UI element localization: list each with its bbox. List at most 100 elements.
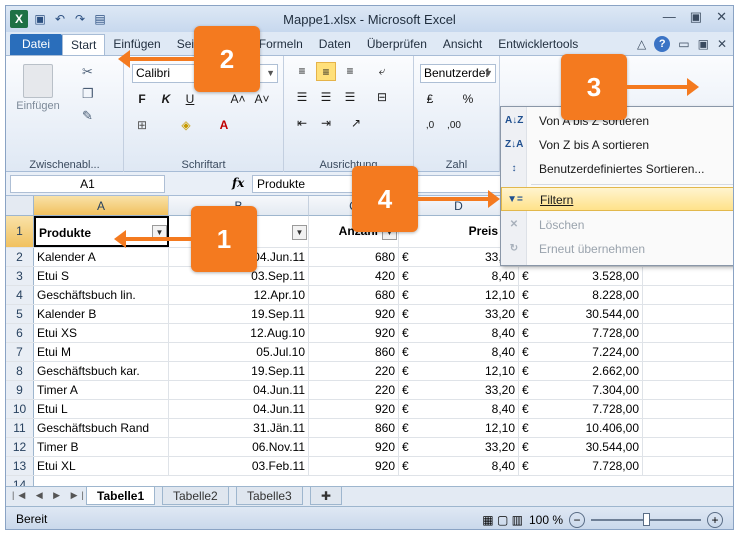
table-cell[interactable]: Kalender B [34,305,169,323]
table-cell[interactable]: 860 [309,343,399,361]
table-cell-currency[interactable]: € [399,457,413,475]
menu-item-filter[interactable]: ▼= Filtern [501,187,733,211]
increase-indent-icon[interactable]: ⇥ [316,114,336,133]
row-header[interactable]: 1 [6,216,34,247]
align-middle-icon[interactable]: ≡ [316,62,336,81]
table-cell[interactable]: 860 [309,419,399,437]
number-format-select[interactable]: Benutzerdef ▼ [420,64,496,83]
menu-item-clear[interactable]: ✕ Löschen [501,213,733,237]
zoom-out-button[interactable]: − [569,512,585,528]
underline-button[interactable]: U [180,90,200,109]
table-cell[interactable]: 12.Apr.10 [169,286,309,304]
cell-a1[interactable]: Produkte [34,216,169,247]
table-cell[interactable]: 920 [309,457,399,475]
doc-restore-icon[interactable]: ▣ [698,37,709,51]
table-cell[interactable]: 06.Nov.11 [169,438,309,456]
table-cell[interactable]: 8,40 [413,267,519,285]
grow-font-icon[interactable]: A˄ [228,90,248,109]
close-button[interactable]: ✕ [716,9,727,25]
table-cell[interactable]: 8,40 [413,343,519,361]
page-view-icons[interactable]: ▦ ▢ ▥ [482,513,523,527]
help-icon[interactable]: ? [654,36,671,52]
table-cell[interactable]: Etui L [34,400,169,418]
table-cell-currency[interactable]: € [519,362,533,380]
table-cell[interactable]: 920 [309,324,399,342]
merge-cells-icon[interactable]: ⊟ [372,88,392,107]
tab-file[interactable]: Datei [10,34,63,55]
table-cell-currency[interactable]: € [519,400,533,418]
fill-color-icon[interactable]: ◈ [176,116,196,135]
table-cell[interactable]: Geschäftsbuch kar. [34,362,169,380]
row-header[interactable]: 4 [6,286,34,304]
table-cell-currency[interactable]: € [399,419,413,437]
align-right-icon[interactable]: ☰ [340,88,360,107]
table-cell[interactable]: Etui XS [34,324,169,342]
table-cell[interactable]: 31.Jän.11 [169,419,309,437]
table-cell[interactable]: 10.406,00 [533,419,643,437]
wrap-text-icon[interactable]: ⤶ [372,62,392,81]
percent-style-icon[interactable]: % [458,90,478,109]
table-cell[interactable]: 12,10 [413,362,519,380]
name-box[interactable]: A1 [10,175,165,193]
table-cell[interactable]: 7.728,00 [533,400,643,418]
table-cell[interactable]: 33,20 [413,438,519,456]
table-cell[interactable]: 7.304,00 [533,381,643,399]
sheet-nav-buttons[interactable]: |◀ ◀ ▶ ▶| [12,490,88,501]
table-cell-currency[interactable]: € [399,248,413,266]
font-color-icon[interactable]: A [214,116,234,135]
table-cell-currency[interactable]: € [519,267,533,285]
table-cell-currency[interactable]: € [519,343,533,361]
table-cell[interactable]: 33,20 [413,305,519,323]
table-cell[interactable]: Timer B [34,438,169,456]
table-cell[interactable]: 04.Jun.11 [169,381,309,399]
table-cell-currency[interactable]: € [519,305,533,323]
table-cell-currency[interactable]: € [399,343,413,361]
format-painter-icon[interactable]: ✎ [82,108,93,124]
bold-button[interactable]: F [132,90,152,109]
table-cell[interactable]: 19.Sep.11 [169,362,309,380]
table-cell[interactable]: 7.728,00 [533,457,643,475]
table-cell[interactable]: 8,40 [413,400,519,418]
tab-review[interactable]: Überprüfen [359,34,435,55]
table-cell[interactable]: 12.Aug.10 [169,324,309,342]
row-header[interactable]: 11 [6,419,34,437]
table-cell[interactable]: 30.544,00 [533,438,643,456]
table-cell[interactable]: Kalender A [34,248,169,266]
table-cell-currency[interactable]: € [519,438,533,456]
table-cell[interactable]: Etui M [34,343,169,361]
ribbon-collapse-icon[interactable]: △ [637,37,646,51]
table-cell[interactable]: 220 [309,381,399,399]
table-cell[interactable]: 30.544,00 [533,305,643,323]
table-cell[interactable]: 420 [309,267,399,285]
table-cell[interactable]: 05.Jul.10 [169,343,309,361]
row-header[interactable]: 6 [6,324,34,342]
table-cell[interactable]: 2.662,00 [533,362,643,380]
table-cell[interactable]: 3.528,00 [533,267,643,285]
table-cell[interactable]: Etui S [34,267,169,285]
table-cell[interactable]: Geschäftsbuch Rand [34,419,169,437]
align-bottom-icon[interactable]: ≡ [340,62,360,81]
row-header[interactable]: 5 [6,305,34,323]
table-cell-currency[interactable]: € [399,400,413,418]
tab-start[interactable]: Start [62,34,106,55]
insert-sheet-icon[interactable]: ✚ [310,487,343,505]
table-cell-currency[interactable]: € [399,438,413,456]
tab-developer[interactable]: Entwicklertools [490,34,586,55]
zoom-in-button[interactable]: + [707,512,723,528]
table-cell[interactable]: 8,40 [413,457,519,475]
table-cell-currency[interactable]: € [399,362,413,380]
borders-icon[interactable]: ⊞ [132,116,152,135]
table-cell[interactable]: 920 [309,305,399,323]
table-cell[interactable]: Geschäftsbuch lin. [34,286,169,304]
table-cell[interactable]: 920 [309,400,399,418]
select-all-corner[interactable] [6,196,34,216]
table-cell-currency[interactable]: € [399,324,413,342]
italic-button[interactable]: K [156,90,176,109]
zoom-slider-knob[interactable] [643,513,650,526]
tab-view[interactable]: Ansicht [435,34,490,55]
accounting-format-icon[interactable]: ₤ [420,90,440,109]
table-cell[interactable]: 680 [309,286,399,304]
row-header[interactable]: 10 [6,400,34,418]
menu-item-custom-sort[interactable]: ↕ Benutzerdefiniertes Sortieren... [501,157,733,181]
table-cell-currency[interactable]: € [519,419,533,437]
